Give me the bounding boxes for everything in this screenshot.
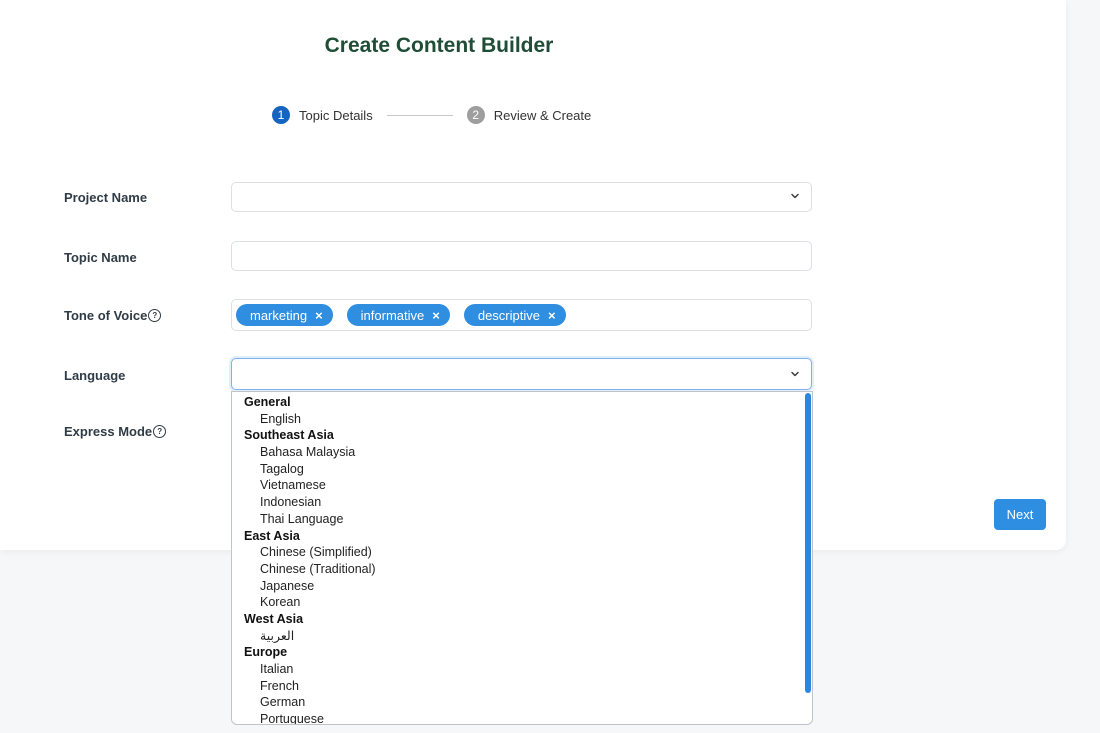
step-label-review-create: Review & Create [493,107,592,123]
step-review-create[interactable]: 2 Review & Create [466,106,592,124]
step-topic-details[interactable]: 1 Topic Details [272,106,373,124]
dropdown-scrollbar[interactable] [805,393,811,693]
topic-name-input[interactable] [231,241,812,271]
step-number-2: 2 [466,106,485,124]
chevron-down-icon [791,193,799,199]
chevron-down-icon [791,371,799,377]
language-options: General English Southeast Asia Bahasa Ma… [232,392,812,724]
topic-name-label-text: Topic Name [64,250,137,265]
tone-tags: marketing × informative × descriptive × [232,300,811,330]
tone-of-voice-multiselect[interactable]: marketing × informative × descriptive × [231,299,812,331]
option-group-southeast-asia: Southeast Asia [244,428,334,443]
option-chinese-simplified[interactable]: Chinese (Simplified) [232,544,812,561]
express-mode-label: Express Mode? [64,424,167,439]
language-label: Language [64,368,125,383]
option-italian[interactable]: Italian [232,661,812,678]
language-label-text: Language [64,368,126,383]
option-vietnamese[interactable]: Vietnamese [232,477,812,494]
option-tagalog[interactable]: Tagalog [232,461,812,478]
language-dropdown-menu: General English Southeast Asia Bahasa Ma… [231,391,813,725]
option-bahasa-malaysia[interactable]: Bahasa Malaysia [232,444,812,461]
option-chinese-traditional[interactable]: Chinese (Traditional) [232,561,812,578]
option-french[interactable]: French [232,678,812,695]
option-portuguese[interactable]: Portuguese [232,711,812,724]
project-name-label: Project Name [64,190,147,205]
option-english[interactable]: English [232,411,812,428]
option-group-east-asia: East Asia [244,528,300,543]
page-title: Create Content Builder [324,34,554,57]
tone-of-voice-label: Tone of Voice? [64,308,162,323]
option-arabic[interactable]: العربية [232,628,812,645]
stepper-connector [386,114,453,116]
tag-descriptive: descriptive × [463,304,566,326]
option-group-europe: Europe [244,645,288,660]
tag-marketing: marketing × [236,304,333,326]
option-japanese[interactable]: Japanese [232,578,812,595]
step-number-1: 1 [272,106,290,124]
project-name-select[interactable] [231,182,812,212]
stepper: 1 Topic Details 2 Review & Create [272,105,591,125]
option-group-general: General [244,395,291,409]
express-mode-label-text: Express Mode [64,424,153,439]
help-icon[interactable]: ? [148,309,162,322]
close-icon[interactable]: × [432,308,440,323]
option-german[interactable]: German [232,694,812,711]
tag-label: descriptive [477,307,540,323]
page: Create Content Builder 1 Topic Details 2… [0,0,1100,733]
next-button[interactable]: Next [994,499,1046,530]
help-icon[interactable]: ? [153,425,167,438]
tag-label: informative [360,307,425,323]
close-icon[interactable]: × [315,308,323,323]
option-indonesian[interactable]: Indonesian [232,494,812,511]
tag-informative: informative × [346,304,450,326]
language-select[interactable] [231,358,812,390]
tag-label: marketing [250,307,308,323]
close-icon[interactable]: × [548,308,556,323]
step-label-topic-details: Topic Details [299,107,373,123]
project-name-label-text: Project Name [64,190,148,205]
tone-of-voice-label-text: Tone of Voice [64,308,148,323]
topic-name-label: Topic Name [64,250,137,265]
option-thai-language[interactable]: Thai Language [232,511,812,528]
option-korean[interactable]: Korean [232,594,812,611]
option-group-west-asia: West Asia [244,611,304,626]
